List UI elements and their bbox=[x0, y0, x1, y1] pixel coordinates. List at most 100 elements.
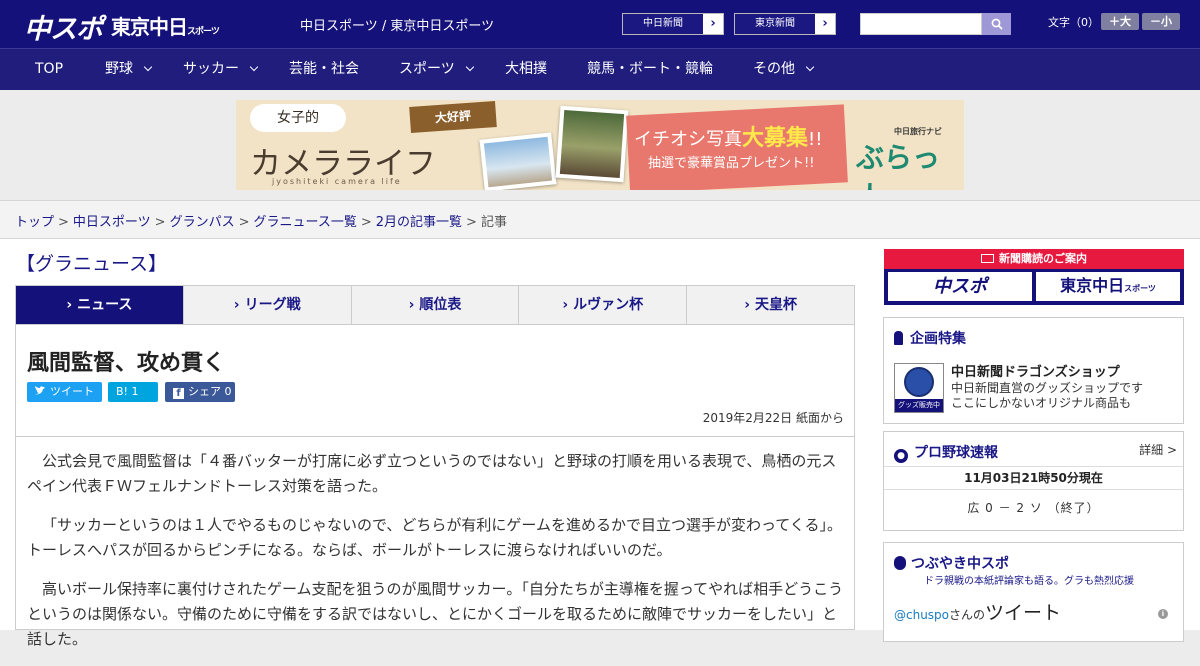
search-icon bbox=[991, 18, 1003, 30]
breadcrumb-sep: > bbox=[154, 215, 166, 230]
tweets-subtitle: ドラ親戦の本紙評論家も語る。グラも熱烈応援 bbox=[924, 576, 1134, 587]
article-date: 2019年2月22日 紙面から bbox=[702, 411, 844, 425]
tweets-header: @chuspoさんのツイート bbox=[894, 598, 1061, 625]
subscribe-tokyo-text: 東京中日 bbox=[1060, 276, 1125, 295]
baseball-icon: ● bbox=[894, 449, 908, 463]
breadcrumb-grampus[interactable]: グランパス bbox=[170, 215, 235, 230]
baseball-title-text: プロ野球速報 bbox=[914, 445, 998, 461]
kikaku-title-text: 企画特集 bbox=[910, 331, 966, 347]
article-paragraph: 「サッカーというのは１人でやるものじゃないので、どちらが有利にゲームを進めるかで… bbox=[27, 516, 842, 559]
headline-post: !! bbox=[808, 129, 823, 150]
tab-label: 天皇杯 bbox=[754, 297, 797, 313]
dragons-shop-thumbnail[interactable]: グッズ販売中 bbox=[894, 363, 944, 413]
search-button[interactable] bbox=[982, 13, 1011, 35]
chevron-down-icon bbox=[465, 62, 474, 72]
kikaku-title: 企画特集 bbox=[894, 328, 966, 348]
baseball-detail-link[interactable]: 詳細 > bbox=[1139, 441, 1177, 458]
caret-right-icon: › bbox=[66, 297, 73, 313]
tokyo-shimbun-label: 東京新聞 bbox=[735, 14, 815, 34]
font-bigger-button[interactable]: ＋大 bbox=[1101, 13, 1139, 30]
banner-area: 女子的 カメラライフ jyoshiteki camera life 大好評 イチ… bbox=[0, 90, 1200, 200]
nav-item-entertainment[interactable]: 芸能・社会 bbox=[289, 49, 359, 91]
shop-desc-line2: ここにしかないオリジナル商品も bbox=[951, 396, 1132, 410]
chunichi-shimbun-button[interactable]: 中日新聞 › bbox=[622, 13, 724, 35]
subscription-banner[interactable]: 新聞購読のご案内 中スポ 東京中日スポーツ bbox=[884, 249, 1184, 305]
thumbnail-caption: グッズ販売中 bbox=[895, 399, 943, 412]
tweet-button[interactable]: ツイート bbox=[27, 382, 102, 402]
twitter-icon bbox=[35, 386, 45, 395]
breadcrumb: トップ > 中日スポーツ > グランパス > グラニュース一覧 >2月の記事一覧 > 記事 bbox=[15, 211, 507, 230]
twitter-handle-link[interactable]: @chuspo bbox=[894, 608, 949, 622]
tweets-title: つぶやき中スポ bbox=[894, 553, 1009, 573]
facebook-icon: f bbox=[173, 388, 184, 399]
nav-item-top[interactable]: TOP bbox=[35, 49, 63, 91]
nav-label: スポーツ bbox=[399, 61, 455, 77]
breadcrumb-gra-news-list[interactable]: グラニュース一覧 bbox=[254, 215, 357, 230]
subscription-title-text: 新聞購読のご案内 bbox=[999, 252, 1087, 265]
subscription-title: 新聞購読のご案内 bbox=[884, 249, 1184, 269]
banner-photo-seagull bbox=[479, 132, 557, 190]
facebook-share-label: シェア 0 bbox=[188, 385, 232, 398]
main-nav: TOP 野球 サッカー 芸能・社会 スポーツ 大相撲 競馬・ボート・競輪 その他 bbox=[0, 48, 1200, 90]
banner-headline: イチオシ写真大募集!! bbox=[634, 120, 822, 152]
article-paragraph: 高いボール保持率に裏付けされたゲーム支配を狙うのが風間サッカー。「自分たちが主導… bbox=[27, 580, 844, 648]
microphone-icon bbox=[894, 556, 906, 570]
nav-item-other[interactable]: その他 bbox=[753, 49, 815, 91]
breadcrumb-current: 記事 bbox=[480, 215, 507, 230]
tab-label: リーグ戦 bbox=[244, 297, 301, 313]
tokyo-chunichi-logo[interactable]: 東京中日スポーツ bbox=[111, 11, 220, 40]
breadcrumb-chunichi-sports[interactable]: 中日スポーツ bbox=[73, 215, 151, 230]
handle-suffix: さんの bbox=[949, 608, 986, 622]
chevron-down-icon bbox=[805, 62, 815, 72]
font-size-label: 文字（0） bbox=[1048, 16, 1099, 29]
headline-pre: イチオシ写真 bbox=[634, 129, 742, 150]
banner-ribbon: 大好評 bbox=[409, 101, 497, 133]
nav-label: その他 bbox=[753, 61, 795, 77]
nav-label: 競馬・ボート・競輪 bbox=[587, 61, 713, 77]
banner-bubble: 女子的 bbox=[250, 104, 346, 132]
subscribe-chuspo-logo: 中スポ bbox=[888, 272, 1032, 301]
burattobito-logo: ぶらっ人 bbox=[856, 141, 941, 190]
font-smaller-button[interactable]: －小 bbox=[1142, 13, 1180, 30]
info-icon[interactable]: i bbox=[1158, 609, 1168, 619]
facebook-share-button[interactable]: f シェア 0 bbox=[165, 382, 235, 402]
tab-label: ニュース bbox=[77, 297, 133, 313]
hatena-bookmark-button[interactable]: B! 1 bbox=[108, 382, 158, 402]
nav-label: 野球 bbox=[105, 61, 133, 77]
dragons-shop-link[interactable]: 中日新聞ドラゴンズショップ bbox=[951, 361, 1120, 380]
news-tabs: › ニュース › リーグ戦 › 順位表 › ルヴァン杯 › 天皇杯 bbox=[15, 285, 855, 325]
nav-label: TOP bbox=[35, 61, 64, 77]
tab-levain-cup[interactable]: › ルヴァン杯 bbox=[519, 286, 688, 324]
breadcrumb-sep: > bbox=[466, 215, 477, 230]
tab-league[interactable]: › リーグ戦 bbox=[184, 286, 352, 324]
baseball-title: ● プロ野球速報 bbox=[894, 442, 998, 463]
newspaper-icon bbox=[981, 254, 994, 263]
site-header: 中スポ 東京中日スポーツ 中日スポーツ / 東京中日スポーツ 中日新聞 › 東京… bbox=[0, 0, 1200, 48]
nav-item-sports[interactable]: スポーツ bbox=[399, 49, 474, 91]
tab-news[interactable]: › ニュース bbox=[16, 286, 184, 324]
tab-standings[interactable]: › 順位表 bbox=[352, 286, 520, 324]
article-paragraph: 公式会見で風間監督は「４番バッターが打席に必ず立つというのではない」と野球の打順… bbox=[27, 452, 837, 495]
breadcrumb-feb-articles[interactable]: 2月の記事一覧 bbox=[376, 215, 462, 230]
section-title: 【グラニュース】 bbox=[16, 253, 168, 275]
chuspo-logo[interactable]: 中スポ bbox=[24, 7, 103, 46]
camera-life-ad-banner[interactable]: 女子的 カメラライフ jyoshiteki camera life 大好評 イチ… bbox=[236, 100, 964, 190]
caret-right-icon: › bbox=[562, 297, 569, 313]
nav-label: 芸能・社会 bbox=[289, 61, 359, 77]
banner-subline: 抽選で豪華賞品プレゼント!! bbox=[648, 156, 815, 171]
tab-emperors-cup[interactable]: › 天皇杯 bbox=[687, 286, 854, 324]
breadcrumb-bar: トップ > 中日スポーツ > グランパス > グラニュース一覧 >2月の記事一覧 > 記事 bbox=[0, 200, 1200, 239]
score-timestamp: 11月03日21時50分現在 bbox=[884, 466, 1183, 490]
game-score[interactable]: 広 0 － 2 ソ （終了） bbox=[884, 499, 1183, 516]
breadcrumb-top[interactable]: トップ bbox=[15, 215, 54, 230]
baseball-scores-card: ● プロ野球速報 詳細 > 11月03日21時50分現在 広 0 － 2 ソ （終… bbox=[883, 431, 1184, 531]
tokyo-logo-suffix: スポーツ bbox=[187, 27, 220, 37]
article-header: 風間監督、攻め貫く ツイート B! 1 f シェア 0 2019年2月22日 紙面… bbox=[16, 325, 854, 437]
nav-item-racing[interactable]: 競馬・ボート・競輪 bbox=[587, 49, 713, 91]
tokyo-shimbun-button[interactable]: 東京新聞 › bbox=[734, 13, 836, 35]
tab-label: ルヴァン杯 bbox=[573, 297, 644, 313]
nav-item-sumo[interactable]: 大相撲 bbox=[505, 49, 547, 91]
nav-item-baseball[interactable]: 野球 bbox=[105, 49, 153, 91]
nav-item-soccer[interactable]: サッカー bbox=[183, 49, 259, 91]
search-input[interactable] bbox=[860, 13, 982, 35]
